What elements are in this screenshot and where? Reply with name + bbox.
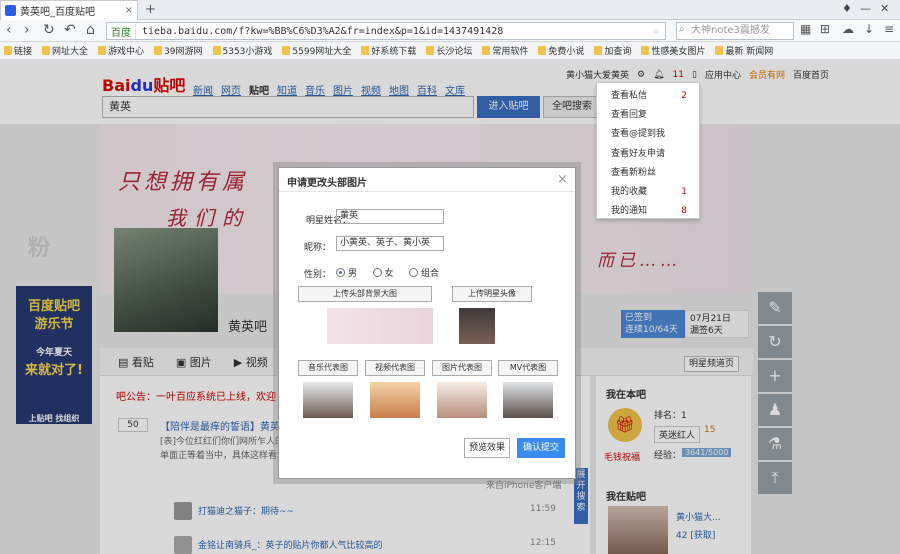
bookmark-item[interactable]: 网址大全 [42, 44, 88, 57]
star-name-input[interactable]: 黄英 [336, 209, 444, 224]
new-tab-button[interactable]: + [145, 2, 156, 17]
bookmark-item[interactable]: 5599网址大全 [282, 44, 351, 57]
bookmark-folder-icon [154, 46, 163, 55]
dropdown-item[interactable]: 我的收藏 1 [597, 183, 699, 202]
mv-rep-button[interactable]: MV代表图 [498, 360, 558, 376]
dropdown-item[interactable]: 查看回复 [597, 106, 699, 125]
bookmark-item[interactable]: 链接 [4, 44, 32, 57]
submit-button[interactable]: 确认提交 [517, 438, 565, 458]
header-bg-preview [327, 308, 433, 344]
minimize-icon[interactable]: — [860, 2, 871, 15]
bookmark-folder-icon [4, 46, 12, 55]
music-rep-button[interactable]: 音乐代表图 [298, 360, 358, 376]
star-bookmark-icon[interactable]: ☆ [653, 26, 659, 37]
change-header-image-dialog: 申请更改头部图片 × 明星姓名： 黄英 昵称： 小黄英、英子、黄小英 性别： 男… [278, 167, 576, 479]
image-rep-button[interactable]: 图片代表图 [432, 360, 492, 376]
dropdown-item[interactable]: 查看@提到我 [597, 125, 699, 144]
address-bar[interactable]: 百度 tieba.baidu.com/f?kw=%BB%C6%D3%A2&fr=… [106, 22, 666, 40]
dropdown-item[interactable]: 我的通知 8 [597, 202, 699, 221]
settings-menu-icon[interactable]: ≡ [884, 22, 894, 36]
bookmark-folder-icon [482, 46, 491, 55]
home-icon[interactable]: ⌂ [86, 22, 95, 38]
gender-label: 性别： [303, 270, 331, 280]
bookmark-item[interactable]: 好系统下载 [361, 44, 416, 57]
dropdown-count: 2 [681, 91, 687, 101]
bookmark-folder-icon [282, 46, 291, 55]
bookmark-item[interactable]: 加查询 [594, 44, 631, 57]
video-thumbnail [370, 382, 420, 418]
gender-radio-female[interactable]: 女 [372, 266, 394, 279]
message-dropdown: 查看私信 2 查看回复 查看@提到我 查看好友申请 查看新粉丝 我的收藏 1 我的通知 8 [596, 82, 700, 219]
dropdown-item[interactable]: 查看好友申请 [597, 145, 699, 164]
bookmark-folder-icon [426, 46, 435, 55]
upload-bg-button[interactable]: 上传头部背景大图 [298, 286, 432, 302]
dialog-close-icon[interactable]: × [557, 172, 568, 187]
preview-button[interactable]: 预览效果 [464, 438, 510, 458]
bookmark-item[interactable]: 最新 新闻网 [715, 44, 773, 57]
gender-radio-male[interactable]: 男 [336, 266, 357, 279]
dropdown-count: 8 [681, 206, 687, 217]
gender-radio-group[interactable]: 组合 [409, 266, 439, 279]
dialog-title: 申请更改头部图片 [279, 168, 575, 192]
url-site-badge: 百度 [107, 23, 136, 39]
mv-thumbnail [503, 382, 553, 418]
dropdown-item[interactable]: 查看私信 2 [597, 87, 699, 106]
gender-radios: 男 女 组合 [336, 266, 451, 280]
back-icon[interactable]: ‹ [6, 22, 12, 38]
reload-icon[interactable]: ↻ [43, 22, 55, 38]
bookmarks-bar: 链接 网址大全 游戏中心 39网游网 5353小游戏 5599网址大全 好系统下载 长沙论坛常… [0, 42, 900, 60]
browser-tab[interactable]: 黄英吧_百度贴吧 × [0, 0, 138, 20]
bookmark-folder-icon [361, 46, 370, 55]
star-avatar-preview [459, 308, 495, 344]
image-thumbnail [437, 382, 487, 418]
url-text[interactable]: tieba.baidu.com/f?kw=%BB%C6%D3%A2&fr=ind… [136, 26, 503, 37]
bookmark-folder-icon [594, 46, 603, 55]
bookmark-item[interactable]: 免费小说 [538, 44, 584, 57]
bookmark-folder-icon [715, 46, 724, 55]
nickname-input[interactable]: 小黄英、英子、黄小英 [336, 236, 444, 251]
bookmark-item[interactable]: 39网游网 [154, 44, 203, 57]
nickname-label: 昵称： [303, 243, 331, 253]
apps-icon[interactable]: ▦ [800, 22, 811, 36]
bookmark-item[interactable]: 长沙论坛 [426, 44, 472, 57]
close-window-icon[interactable]: ✕ [880, 2, 889, 15]
video-rep-button[interactable]: 视频代表图 [365, 360, 425, 376]
tieba-favicon-icon [5, 5, 16, 16]
forward-icon[interactable]: › [24, 22, 30, 38]
tab-title: 黄英吧_百度贴吧 [20, 7, 95, 18]
bookmark-folder-icon [212, 46, 221, 55]
search-icon: ⌕ [679, 24, 685, 35]
browser-search-input[interactable]: 大神note3震撼发 [676, 22, 794, 40]
skin-icon[interactable]: ♦ [842, 2, 852, 15]
dropdown-item[interactable]: 查看新粉丝 [597, 164, 699, 183]
upload-avatar-button[interactable]: 上传明星头像 [452, 286, 532, 302]
cloud-icon[interactable]: ☁ [842, 22, 854, 36]
bookmark-folder-icon [42, 46, 51, 55]
tab-close-icon[interactable]: × [125, 5, 133, 16]
bookmark-item[interactable]: 性感美女图片 [641, 44, 705, 57]
dropdown-count: 1 [681, 186, 687, 197]
music-thumbnail [303, 382, 353, 418]
bookmark-folder-icon [641, 46, 650, 55]
bookmark-item[interactable]: 游戏中心 [98, 44, 144, 57]
download-icon[interactable]: ↓ [864, 22, 874, 36]
bookmark-item[interactable]: 常用软件 [482, 44, 528, 57]
bookmark-folder-icon [538, 46, 547, 55]
menu-grid-icon[interactable]: ⊞ [820, 22, 830, 36]
undo-icon[interactable]: ↶ [64, 22, 76, 38]
bookmark-folder-icon [98, 46, 107, 55]
bookmark-item[interactable]: 5353小游戏 [212, 44, 272, 57]
